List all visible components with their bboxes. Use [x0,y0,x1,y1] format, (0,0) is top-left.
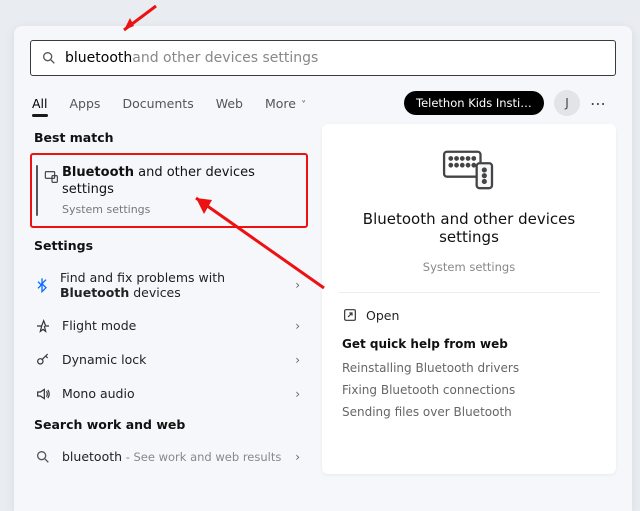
chevron-right-icon: › [295,319,300,333]
help-link[interactable]: Fixing Bluetooth connections [342,383,596,397]
avatar[interactable]: J [554,90,580,116]
help-link[interactable]: Reinstalling Bluetooth drivers [342,361,596,375]
web-search-label: bluetooth - See work and web results [62,449,281,464]
best-match-title: Bluetooth and other devices settings [62,165,296,199]
settings-row[interactable]: Dynamic lock › [30,343,308,377]
more-menu-button[interactable]: ⋯ [590,94,608,113]
settings-row[interactable]: Mono audio › [30,377,308,411]
chevron-right-icon: › [295,278,300,292]
devices-icon [44,169,60,189]
filter-tabs: All Apps Documents Web More ˅ Telethon K… [14,76,632,122]
preview-title: Bluetooth and other devices settings [342,210,596,246]
open-label: Open [366,308,399,323]
tab-web[interactable]: Web [216,96,243,111]
chevron-right-icon: › [295,387,300,401]
chevron-right-icon: › [295,450,300,464]
tab-documents[interactable]: Documents [122,96,193,111]
settings-row[interactable]: Flight mode › [30,309,308,343]
settings-row[interactable]: Find and fix problems with Bluetooth dev… [30,261,308,309]
preview-pane: Bluetooth and other devices settings Sys… [322,124,616,474]
preview-subtitle: System settings [423,260,515,274]
search-icon [41,50,57,66]
best-match-result[interactable]: Bluetooth and other devices settings Sys… [30,153,308,228]
section-settings: Settings [34,238,304,253]
settings-row-label: Dynamic lock [62,352,146,367]
tab-more[interactable]: More ˅ [265,96,306,111]
tab-all[interactable]: All [32,96,48,111]
results-column: Best match Bluetooth and other devices s… [30,124,308,474]
airplane-icon [34,318,52,334]
settings-row-label: Find and fix problems with Bluetooth dev… [60,270,295,300]
divider [338,292,600,293]
bluetooth-icon [34,277,50,293]
help-link[interactable]: Sending files over Bluetooth [342,405,596,419]
section-best-match: Best match [34,130,304,145]
chevron-down-icon: ˅ [298,100,306,111]
web-search-row[interactable]: bluetooth - See work and web results › [30,440,308,474]
chevron-right-icon: › [295,353,300,367]
settings-row-label: Flight mode [62,318,136,333]
org-badge[interactable]: Telethon Kids Institu... [404,91,544,115]
search-input-typed: bluetooth [65,50,132,66]
key-icon [34,352,52,368]
open-icon [342,307,358,323]
search-input-suggestion: and other devices settings [132,50,318,66]
start-search-panel: bluetooth and other devices settings All… [14,26,632,511]
help-section-title: Get quick help from web [342,337,596,351]
devices-hero-icon [438,146,500,196]
search-icon [34,449,52,465]
best-match-subtitle: System settings [62,203,296,216]
search-bar[interactable]: bluetooth and other devices settings [30,40,616,76]
open-action[interactable]: Open [342,307,596,323]
sound-icon [34,386,52,402]
tab-apps[interactable]: Apps [70,96,101,111]
section-search-web: Search work and web [34,417,304,432]
settings-row-label: Mono audio [62,386,135,401]
